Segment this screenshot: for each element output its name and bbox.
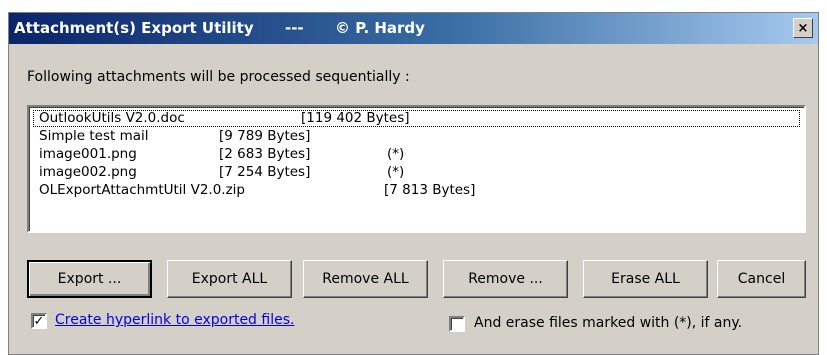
- attachment-size: [7 254 Bytes]: [219, 164, 311, 180]
- intro-label: Following attachments will be processed …: [27, 69, 410, 85]
- erase-files-label: And erase files marked with (*), if any.: [474, 315, 743, 331]
- window-title: Attachment(s) Export Utility --- © P. Ha…: [14, 19, 425, 37]
- list-item[interactable]: image002.png [7 254 Bytes] (*): [33, 164, 800, 181]
- attachment-name: OLExportAttachmtUtil V2.0.zip: [39, 182, 245, 198]
- hyperlink-option-link[interactable]: Create hyperlink to exported files.: [55, 312, 294, 328]
- list-item[interactable]: OutlookUtils V2.0.doc [119 402 Bytes]: [33, 110, 800, 127]
- checkmark-icon: ✓: [33, 313, 45, 329]
- attachment-name: OutlookUtils V2.0.doc: [39, 110, 185, 126]
- export-utility-dialog: Attachment(s) Export Utility --- © P. Ha…: [8, 12, 819, 355]
- erase-all-button[interactable]: Erase ALL: [583, 260, 708, 298]
- export-all-button[interactable]: Export ALL: [167, 260, 292, 298]
- hyperlink-checkbox[interactable]: ✓: [31, 313, 47, 329]
- attachment-name: image001.png: [39, 146, 137, 162]
- attachment-size: [119 402 Bytes]: [301, 110, 410, 126]
- export-button[interactable]: Export ...: [27, 260, 152, 298]
- erase-files-checkbox[interactable]: [449, 316, 465, 332]
- list-item[interactable]: image001.png [2 683 Bytes] (*): [33, 146, 800, 163]
- attachment-size: [9 789 Bytes]: [219, 128, 311, 144]
- attachment-size: [2 683 Bytes]: [219, 146, 311, 162]
- attachments-listbox[interactable]: OutlookUtils V2.0.doc [119 402 Bytes] Si…: [27, 105, 806, 233]
- attachment-name: Simple test mail: [39, 128, 149, 144]
- attachment-flag: (*): [387, 146, 405, 162]
- list-item[interactable]: Simple test mail [9 789 Bytes]: [33, 128, 800, 145]
- attachment-size: [7 813 Bytes]: [384, 182, 476, 198]
- cancel-button[interactable]: Cancel: [717, 260, 806, 298]
- remove-all-button[interactable]: Remove ALL: [303, 260, 428, 298]
- close-button[interactable]: ×: [793, 18, 813, 38]
- close-icon: ×: [797, 20, 809, 36]
- attachment-flag: (*): [387, 164, 405, 180]
- attachment-name: image002.png: [39, 164, 137, 180]
- title-bar[interactable]: Attachment(s) Export Utility --- © P. Ha…: [9, 13, 818, 44]
- remove-button[interactable]: Remove ...: [443, 260, 568, 298]
- list-item[interactable]: OLExportAttachmtUtil V2.0.zip [7 813 Byt…: [33, 182, 800, 199]
